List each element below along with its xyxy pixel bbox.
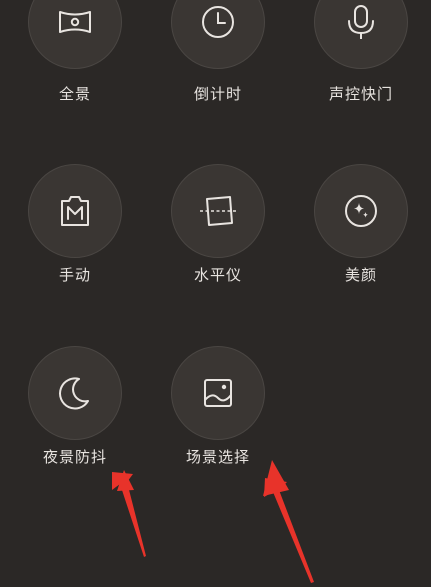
timer-icon: [202, 6, 234, 38]
mode-voice-shutter[interactable]: 声控快门: [306, 0, 416, 105]
mode-level-button[interactable]: [171, 164, 265, 258]
mode-level[interactable]: 水平仪: [163, 164, 273, 294]
mode-scene-select-button[interactable]: [171, 346, 265, 440]
moon-icon: [59, 377, 89, 410]
mode-night-stabilization[interactable]: 夜景防抖: [20, 346, 130, 476]
mode-level-label: 水平仪: [193, 266, 242, 284]
mode-scene-select-label: 场景选择: [185, 448, 250, 466]
manual-icon: [61, 196, 89, 226]
mode-scene-select[interactable]: 场景选择: [163, 346, 273, 476]
panorama-icon: [59, 11, 91, 33]
mode-voice-shutter-label: 声控快门: [328, 85, 393, 103]
mode-panorama[interactable]: 全景: [20, 0, 130, 105]
mode-manual-label: 手动: [58, 266, 91, 284]
mode-voice-shutter-button[interactable]: [314, 0, 408, 69]
mode-timer-label: 倒计时: [193, 85, 242, 103]
mode-manual-button[interactable]: [28, 164, 122, 258]
microphone-icon: [348, 5, 374, 39]
mode-night-stabilization-button[interactable]: [28, 346, 122, 440]
beauty-icon: [345, 195, 377, 227]
mode-panorama-label: 全景: [58, 85, 91, 103]
scene-icon: [204, 379, 232, 407]
mode-panorama-button[interactable]: [28, 0, 122, 69]
mode-beauty-label: 美颜: [344, 266, 377, 284]
camera-mode-grid: 全景 倒计时 声控快门 手动 水平仪 美颜 夜景防抖 场景选择: [0, 0, 431, 587]
mode-timer[interactable]: 倒计时: [163, 0, 273, 105]
mode-beauty[interactable]: 美颜: [306, 164, 416, 294]
level-icon: [200, 196, 236, 226]
mode-manual[interactable]: 手动: [20, 164, 130, 294]
mode-night-stabilization-label: 夜景防抖: [42, 448, 107, 466]
mode-timer-button[interactable]: [171, 0, 265, 69]
mode-beauty-button[interactable]: [314, 164, 408, 258]
